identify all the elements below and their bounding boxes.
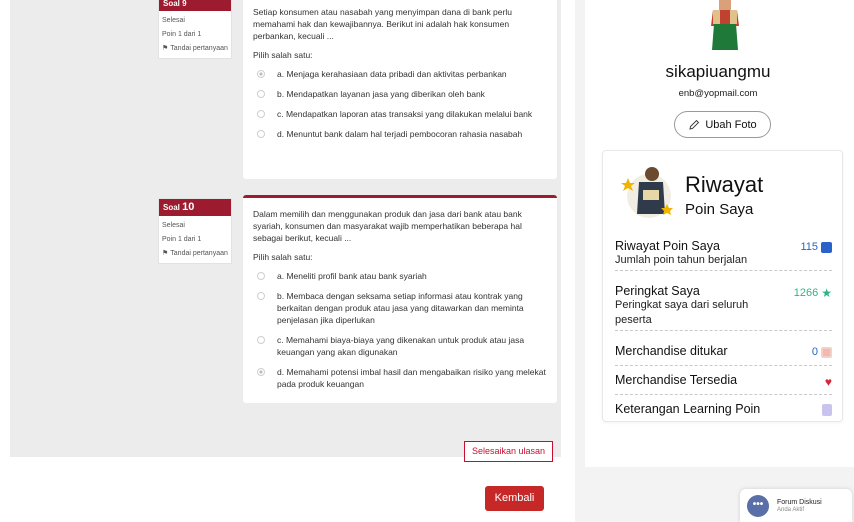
peringkat-item[interactable]: Peringkat Saya Peringkat saya dari selur…: [615, 284, 832, 331]
forum-title: Forum Diskusi: [777, 499, 822, 506]
radio-button[interactable]: [257, 70, 265, 78]
question-info-10: Soal 10 Selesai Poin 1 dari 1 ⚑ Tandai p…: [158, 198, 232, 264]
question-status: Selesai: [162, 17, 185, 24]
radio-button[interactable]: [257, 90, 265, 98]
gift-icon: [821, 346, 832, 358]
item-label: Riwayat Poin Saya: [615, 239, 720, 253]
radio-button[interactable]: [257, 292, 265, 300]
back-button[interactable]: Kembali: [485, 486, 544, 511]
answer-option[interactable]: a. Meneliti profil bank atau bank syaria…: [253, 266, 547, 286]
question-number-label: Soal 9: [159, 0, 231, 11]
profile-email: enb@yopmail.com: [678, 88, 758, 99]
riwayat-poin-item[interactable]: Riwayat Poin Saya Jumlah poin tahun berj…: [615, 239, 832, 271]
radio-button[interactable]: [257, 130, 265, 138]
change-photo-button[interactable]: Ubah Foto: [674, 111, 771, 138]
question-points: Poin 1 dari 1: [162, 31, 202, 38]
radio-button[interactable]: [257, 368, 265, 376]
question-word: Soal: [163, 203, 180, 212]
merchandise-ditukar-item[interactable]: Merchandise ditukar 0: [615, 344, 832, 366]
flag-question-button[interactable]: ⚑ Tandai pertanyaan: [159, 39, 231, 58]
question-text: Setiap konsumen atau nasabah yang menyim…: [253, 7, 512, 41]
chart-icon: [821, 241, 832, 253]
forum-status: Anda Aktif: [777, 507, 805, 513]
question-card-10: Dalam memilih dan menggunakan produk dan…: [243, 195, 557, 403]
question-number-label: Soal 10: [159, 199, 231, 216]
question-number: 10: [182, 201, 195, 213]
profile-username: sikapiuangmu: [665, 62, 771, 81]
chat-bubble-icon: •••: [747, 494, 769, 517]
option-text: b. Mendapatkan layanan jasa yang diberik…: [277, 89, 485, 99]
item-value: 115: [800, 241, 818, 253]
quiz-review-panel: Soal 9 Selesai Poin 1 dari 1 ⚑ Tandai pe…: [10, 0, 561, 457]
option-text: c. Memahami biaya-biaya yang dikenakan u…: [277, 335, 525, 357]
option-text: b. Membaca dengan seksama setiap informa…: [277, 291, 524, 325]
option-text: d. Memahami potensi imbal hasil dan meng…: [277, 367, 546, 389]
forum-discussion-widget[interactable]: ••• Forum Diskusi Anda Aktif: [740, 489, 852, 522]
avatar: [711, 0, 739, 50]
pencil-icon: [689, 119, 700, 130]
flag-question-label: Tandai pertanyaan: [170, 250, 228, 257]
radio-button[interactable]: [257, 110, 265, 118]
merchandise-tersedia-item[interactable]: Merchandise Tersedia ♥: [615, 373, 832, 395]
question-points: Poin 1 dari 1: [162, 236, 202, 243]
question-text: Dalam memilih dan menggunakan produk dan…: [253, 209, 522, 243]
answer-option[interactable]: d. Menuntut bank dalam hal terjadi pembo…: [253, 124, 547, 144]
flag-question-label: Tandai pertanyaan: [170, 45, 228, 52]
answer-option[interactable]: b. Membaca dengan seksama setiap informa…: [253, 286, 547, 330]
answer-option[interactable]: b. Mendapatkan layanan jasa yang diberik…: [253, 84, 547, 104]
riwayat-illustration: [621, 167, 673, 218]
riwayat-title: Riwayat: [685, 172, 764, 197]
riwayat-poin-card: Riwayat Poin Saya Riwayat Poin Saya Juml…: [602, 150, 843, 422]
flag-icon: ⚑: [162, 45, 169, 52]
pick-one-label: Pilih salah satu:: [253, 50, 313, 60]
finish-review-button[interactable]: Selesaikan ulasan: [464, 441, 553, 462]
change-photo-label: Ubah Foto: [705, 118, 757, 131]
option-text: d. Menuntut bank dalam hal terjadi pembo…: [277, 129, 523, 139]
item-label: Merchandise Tersedia: [615, 373, 738, 387]
answer-option[interactable]: a. Menjaga kerahasiaan data pribadi dan …: [253, 64, 547, 84]
item-label: Keterangan Learning Poin: [615, 402, 761, 416]
item-description: Jumlah poin tahun berjalan: [615, 254, 748, 266]
column-divider: [575, 0, 585, 522]
item-label: Merchandise ditukar: [615, 344, 728, 358]
riwayat-subtitle: Poin Saya: [685, 201, 754, 218]
item-value: 1266: [793, 287, 819, 299]
option-text: a. Meneliti profil bank atau bank syaria…: [277, 271, 427, 281]
heart-icon: ♥: [824, 375, 832, 389]
question-card-9: Setiap konsumen atau nasabah yang menyim…: [243, 0, 557, 179]
option-text: c. Mendapatkan laporan atas transaksi ya…: [277, 109, 533, 119]
document-icon: [822, 404, 832, 416]
question-info-9: Soal 9 Selesai Poin 1 dari 1 ⚑ Tandai pe…: [158, 0, 232, 59]
answer-option[interactable]: c. Mendapatkan laporan atas transaksi ya…: [253, 104, 547, 124]
question-status: Selesai: [162, 222, 185, 229]
answer-option[interactable]: d. Memahami potensi imbal hasil dan meng…: [253, 362, 547, 394]
item-value: 0: [811, 346, 818, 358]
keterangan-learning-poin-item[interactable]: Keterangan Learning Poin: [615, 402, 832, 422]
pick-one-label: Pilih salah satu:: [253, 252, 313, 262]
radio-button[interactable]: [257, 272, 265, 280]
answer-option[interactable]: c. Memahami biaya-biaya yang dikenakan u…: [253, 330, 547, 362]
flag-question-button[interactable]: ⚑ Tandai pertanyaan: [159, 244, 231, 263]
radio-button[interactable]: [257, 336, 265, 344]
star-icon: ★: [821, 286, 832, 300]
item-description: Peringkat saya dari seluruh peserta: [615, 299, 749, 326]
option-text: a. Menjaga kerahasiaan data pribadi dan …: [277, 69, 507, 79]
flag-icon: ⚑: [162, 250, 169, 257]
